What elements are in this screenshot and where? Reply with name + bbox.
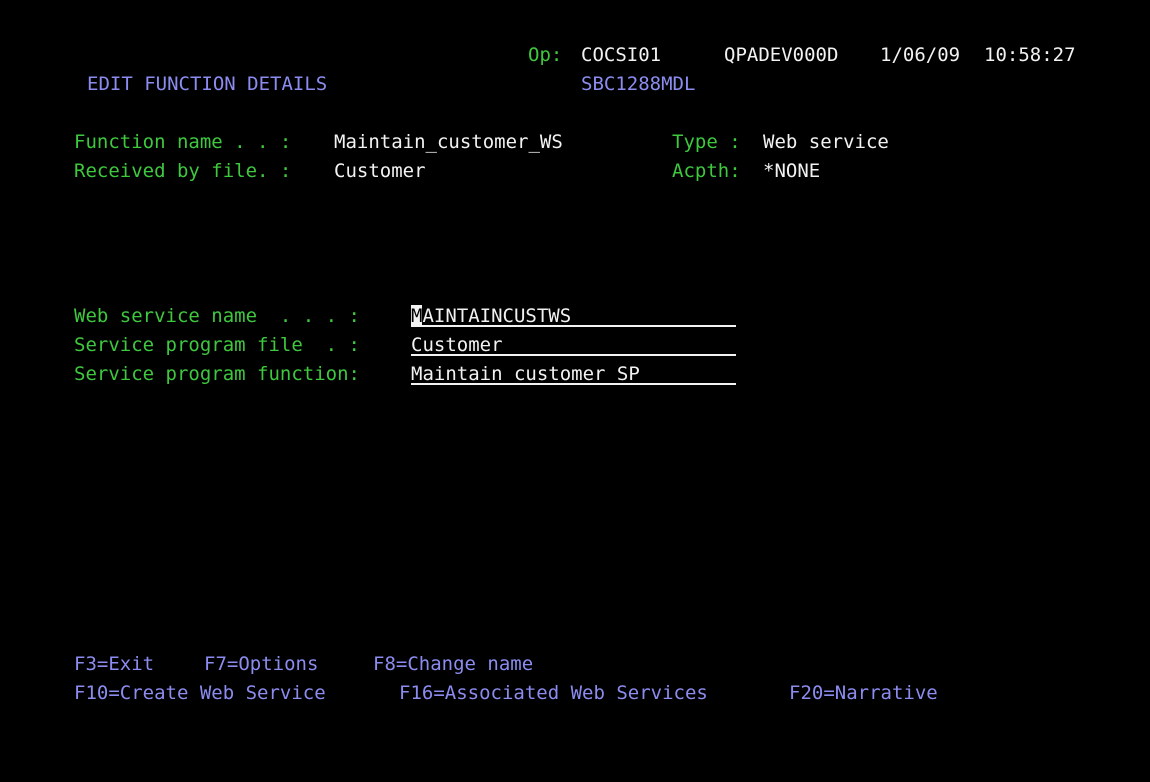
- web-service-name-input[interactable]: MAINTAINCUSTWS: [411, 305, 736, 327]
- web-service-name-label: Web service name . . . :: [74, 305, 360, 327]
- f10-create-web-service-key[interactable]: F10=Create Web Service: [74, 682, 326, 704]
- f3-exit-key[interactable]: F3=Exit: [74, 653, 154, 675]
- system-time: 10:58:27: [984, 44, 1076, 66]
- service-program-function-label: Service program function:: [74, 363, 360, 385]
- service-program-file-text: Customer: [411, 334, 503, 356]
- operator-label: Op:: [528, 44, 563, 66]
- function-name-label: Function name . . :: [74, 131, 292, 153]
- service-program-file-input[interactable]: Customer: [411, 334, 736, 356]
- model-name: SBC1288MDL: [581, 73, 696, 95]
- service-program-function-text: Maintain_customer_SP: [411, 363, 640, 385]
- received-by-file-value: Customer: [334, 160, 426, 182]
- function-name-value: Maintain_customer_WS: [334, 131, 563, 153]
- f20-narrative-key[interactable]: F20=Narrative: [789, 682, 938, 704]
- terminal-screen: { "header": { "op_label": "Op:", "operat…: [0, 0, 1150, 782]
- system-date: 1/06/09: [880, 44, 961, 66]
- received-by-file-label: Received by file. :: [74, 160, 292, 182]
- service-program-function-input[interactable]: Maintain_customer_SP: [411, 363, 736, 385]
- acpth-value: *NONE: [763, 160, 821, 182]
- f8-change-name-key[interactable]: F8=Change name: [373, 653, 533, 675]
- type-value: Web service: [763, 131, 889, 153]
- device-name: QPADEV000D: [724, 44, 839, 66]
- operator-id: COCSI01: [581, 44, 662, 66]
- service-program-file-label: Service program file . :: [74, 334, 360, 356]
- acpth-label: Acpth:: [672, 160, 741, 182]
- type-label: Type :: [672, 131, 741, 153]
- f16-associated-web-services-key[interactable]: F16=Associated Web Services: [399, 682, 708, 704]
- screen-title: EDIT FUNCTION DETAILS: [87, 73, 328, 95]
- web-service-name-text: AINTAINCUSTWS: [422, 305, 572, 327]
- f7-options-key[interactable]: F7=Options: [204, 653, 318, 675]
- text-cursor: M: [411, 305, 423, 327]
